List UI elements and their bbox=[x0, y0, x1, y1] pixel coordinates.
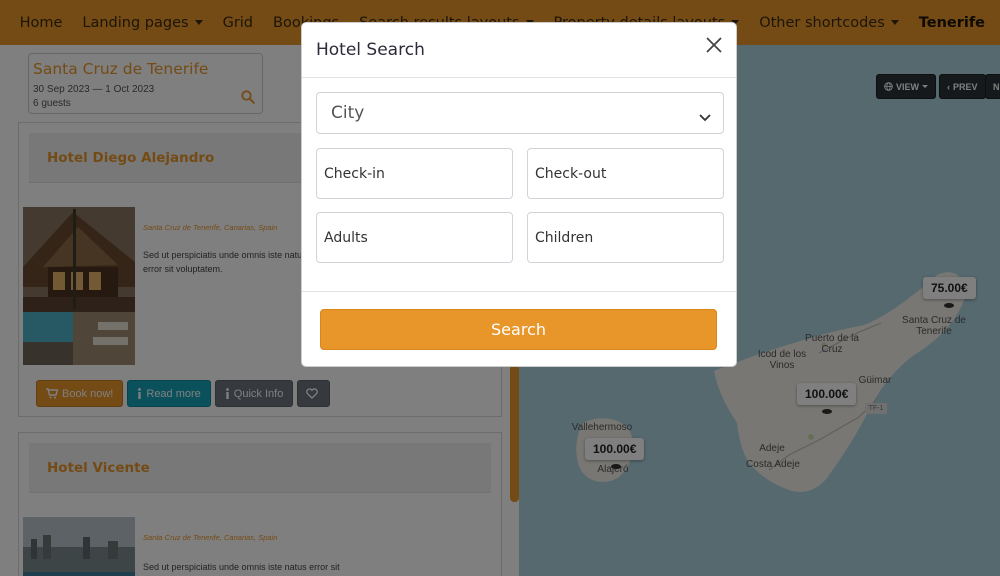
city-select-placeholder: City bbox=[331, 103, 365, 123]
modal-divider bbox=[302, 291, 736, 292]
hotel-search-modal: Hotel Search City Check-in Check-out Adu… bbox=[301, 22, 737, 367]
search-button[interactable]: Search bbox=[320, 309, 717, 350]
checkout-placeholder: Check-out bbox=[535, 165, 607, 182]
children-field[interactable]: Children bbox=[527, 212, 724, 263]
adults-placeholder: Adults bbox=[324, 229, 368, 246]
city-select[interactable]: City bbox=[316, 92, 724, 134]
chevron-down-icon bbox=[699, 107, 711, 127]
modal-header: Hotel Search bbox=[302, 23, 736, 78]
close-icon[interactable] bbox=[704, 35, 724, 55]
modal-title: Hotel Search bbox=[316, 40, 425, 60]
checkin-placeholder: Check-in bbox=[324, 165, 385, 182]
search-button-label: Search bbox=[491, 320, 546, 339]
children-placeholder: Children bbox=[535, 229, 594, 246]
adults-field[interactable]: Adults bbox=[316, 212, 513, 263]
checkout-field[interactable]: Check-out bbox=[527, 148, 724, 199]
checkin-field[interactable]: Check-in bbox=[316, 148, 513, 199]
